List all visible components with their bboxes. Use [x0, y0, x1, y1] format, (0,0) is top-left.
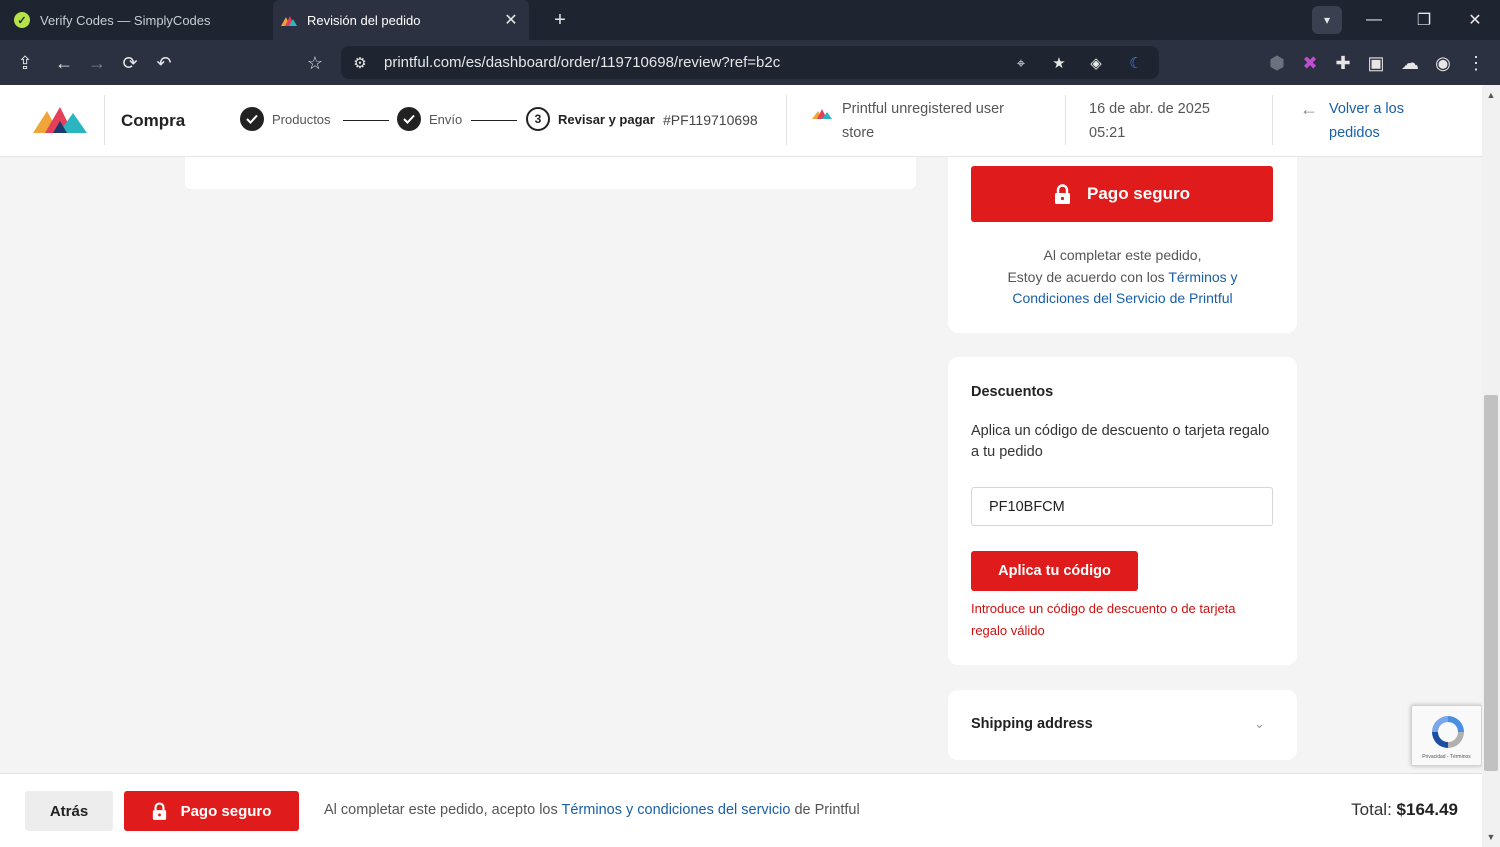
back-to-orders-label: Volver a los pedidos: [1329, 101, 1404, 141]
side-panel-icon[interactable]: ▣: [1363, 50, 1389, 76]
tab-verify-codes[interactable]: ✓ Verify Codes — SimplyCodes: [0, 0, 272, 40]
new-tab-icon[interactable]: +: [548, 8, 572, 32]
lock-icon: [1054, 184, 1071, 204]
discounts-title: Descuentos: [971, 384, 1054, 400]
restore-icon[interactable]: ❐: [1399, 0, 1449, 40]
checkout-footer: Atrás Pago seguro Al completar este pedi…: [0, 773, 1482, 847]
secure-pay-button[interactable]: Pago seguro: [971, 166, 1273, 222]
profile-avatar-icon[interactable]: ◉: [1430, 50, 1456, 76]
undo-icon[interactable]: ↶: [151, 50, 177, 76]
step-revisar-y-pagar: 3 Revisar y pagar: [526, 107, 655, 131]
printful-store-icon: [812, 103, 832, 127]
back-icon[interactable]: ←: [51, 50, 77, 76]
back-button[interactable]: Atrás: [25, 791, 113, 831]
bookmark-star-icon[interactable]: ☆: [302, 50, 328, 76]
store-name: Printful unregistered user store: [842, 101, 1004, 141]
lock-icon: [152, 802, 167, 820]
tab-order-review[interactable]: Revisión del pedido ✕: [273, 0, 529, 40]
order-total: Total: $164.49: [1351, 800, 1458, 820]
upload-page-icon[interactable]: ⇪: [12, 50, 38, 76]
discount-code-input[interactable]: [971, 487, 1273, 526]
footer-text-before: Al completar este pedido, acepto los: [324, 802, 558, 818]
extension-layers-icon[interactable]: ◈: [1084, 51, 1108, 75]
browser-menu-icon[interactable]: ⋮: [1463, 50, 1489, 76]
divider: [1065, 95, 1066, 145]
robot-extension-icon[interactable]: ⬢: [1264, 50, 1290, 76]
step-envio[interactable]: Envío: [397, 107, 462, 131]
agree-line-2-text: Estoy de acuerdo con los: [1007, 268, 1165, 285]
agree-line-1: Al completar este pedido,: [1043, 247, 1202, 263]
address-bar[interactable]: ⚙ printful.com/es/dashboard/order/119710…: [341, 46, 1159, 79]
scroll-down-icon[interactable]: ▼: [1482, 829, 1500, 845]
dark-mode-moon-icon[interactable]: ☾: [1124, 51, 1148, 75]
page-title: Compra: [121, 111, 186, 130]
discount-error-message: Introduce un código de descuento o de ta…: [971, 601, 1236, 638]
order-items-card: [185, 157, 916, 189]
printful-logo[interactable]: [33, 107, 87, 138]
footer-text-after: de Printful: [794, 802, 860, 818]
footer-secure-pay-button[interactable]: Pago seguro: [124, 791, 299, 831]
page-scrollbar[interactable]: ▲ ▼: [1482, 85, 1500, 847]
checkout-header: Compra Productos Envío 3 Revisar y pagar…: [0, 85, 1482, 157]
url-text[interactable]: printful.com/es/dashboard/order/11971069…: [384, 54, 780, 71]
total-label: Total:: [1351, 800, 1392, 819]
browser-toolbar: ⇪ ← → ⟳ ↶ ☆ ⚙ printful.com/es/dashboard/…: [0, 40, 1500, 85]
recaptcha-icon: [1432, 716, 1464, 748]
step-label: Productos: [272, 111, 331, 127]
shipping-address-card[interactable]: Shipping address ⌄: [948, 690, 1297, 760]
footer-pay-label: Pago seguro: [180, 802, 272, 820]
scroll-up-icon[interactable]: ▲: [1482, 87, 1500, 103]
minimize-icon[interactable]: —: [1349, 0, 1399, 40]
check-icon: [240, 107, 264, 131]
order-date: 16 de abr. de 2025 05:21: [1089, 101, 1210, 141]
payment-summary-card: Pago seguro Al completar este pedido, Es…: [948, 157, 1297, 333]
secure-pay-label: Pago seguro: [1087, 184, 1190, 203]
discounts-card: Descuentos Aplica un código de descuento…: [948, 357, 1297, 665]
step-connector: [471, 120, 517, 121]
recaptcha-badge[interactable]: Privacidad - Términos: [1411, 705, 1482, 766]
cloud-upload-icon[interactable]: ☁: [1397, 50, 1423, 76]
chevron-down-icon[interactable]: ⌄: [1254, 716, 1265, 732]
divider: [786, 95, 787, 145]
printful-favicon-icon: [281, 12, 297, 28]
x-extension-icon[interactable]: ✖: [1297, 50, 1323, 76]
divider: [1272, 95, 1273, 145]
scroll-thumb[interactable]: [1484, 395, 1498, 771]
tab-title: Verify Codes — SimplyCodes: [40, 12, 211, 28]
extensions-puzzle-icon[interactable]: ✚: [1330, 50, 1356, 76]
step-label: Revisar y pagar: [558, 111, 655, 127]
star-icon[interactable]: ★: [1047, 51, 1071, 75]
step-connector: [343, 120, 389, 121]
site-settings-icon[interactable]: ⚙: [348, 51, 372, 75]
terms-agreement: Al completar este pedido, Estoy de acuer…: [948, 245, 1297, 310]
footer-terms-link[interactable]: Términos y condiciones del servicio: [562, 802, 791, 818]
back-to-orders-link[interactable]: ← Volver a los pedidos: [1300, 97, 1430, 145]
check-icon: [397, 107, 421, 131]
footer-terms-text: Al completar este pedido, acepto los Tér…: [324, 802, 860, 818]
step-number: 3: [526, 107, 550, 131]
close-window-icon[interactable]: ✕: [1450, 0, 1500, 40]
browser-tab-bar: ✓ Verify Codes — SimplyCodes Revisión de…: [0, 0, 1500, 40]
recaptcha-label[interactable]: Privacidad - Términos: [1412, 754, 1481, 760]
agree-line-2: Estoy de acuerdo con los Términos y Cond…: [948, 267, 1297, 310]
tab-title: Revisión del pedido: [307, 12, 421, 28]
apply-code-button[interactable]: Aplica tu código: [971, 551, 1138, 591]
order-number: #PF119710698: [663, 112, 758, 128]
step-productos[interactable]: Productos: [240, 107, 331, 131]
close-tab-icon[interactable]: ✕: [501, 10, 521, 30]
store-info: Printful unregistered user store: [812, 97, 1032, 145]
forward-icon[interactable]: →: [84, 50, 110, 76]
discounts-description: Aplica un código de descuento o tarjeta …: [971, 423, 1270, 460]
location-pin-icon[interactable]: ⌖: [1009, 51, 1033, 75]
reload-icon[interactable]: ⟳: [117, 50, 143, 76]
step-label: Envío: [429, 111, 463, 127]
shipping-address-title: Shipping address: [971, 716, 1093, 732]
total-value: $164.49: [1396, 800, 1458, 819]
divider: [104, 95, 105, 145]
arrow-left-icon: ←: [1300, 99, 1318, 119]
tab-search-chevron-icon[interactable]: ▾: [1312, 6, 1342, 34]
simplycodes-favicon-icon: ✓: [14, 12, 30, 28]
